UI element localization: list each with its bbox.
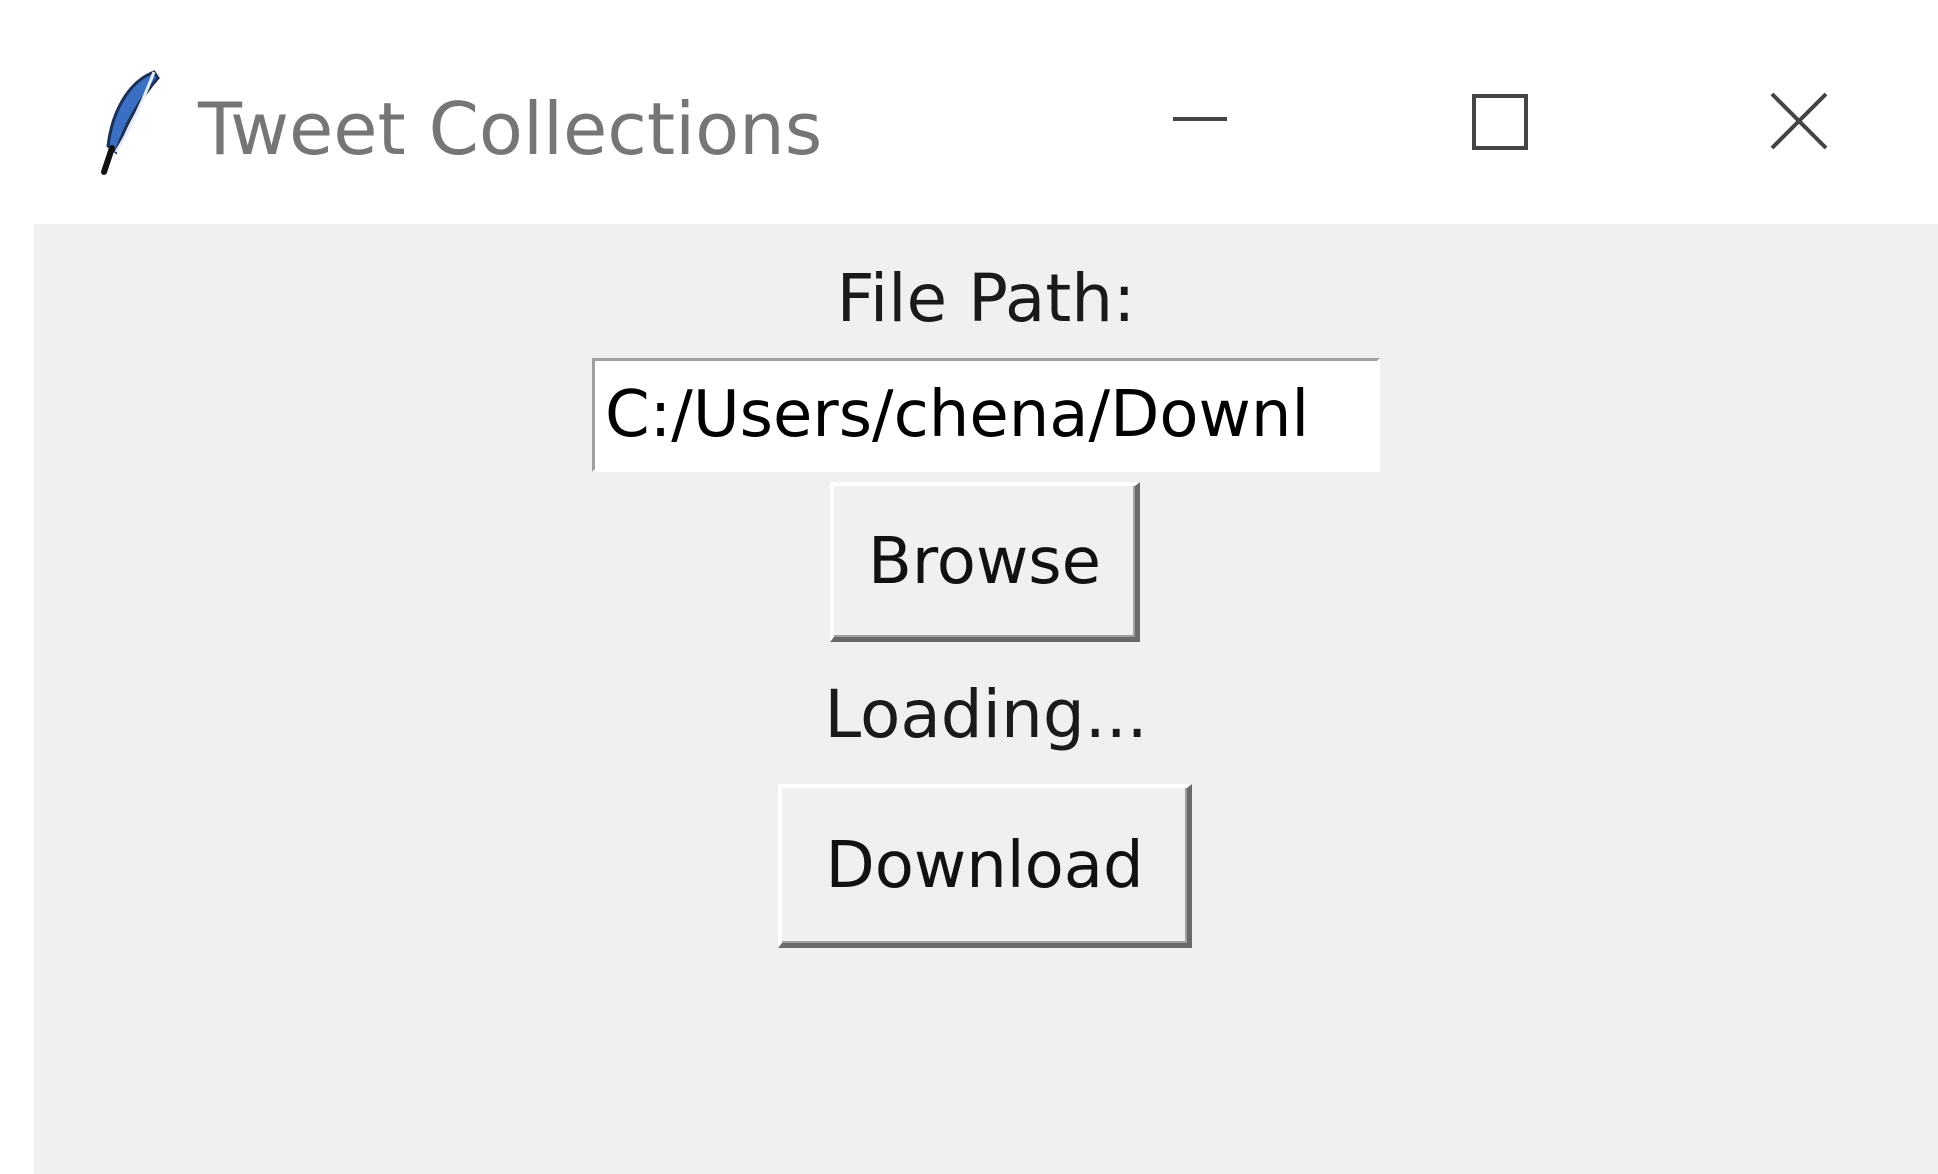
browse-button[interactable]: Browse (830, 482, 1140, 642)
status-label: Loading... (824, 676, 1148, 753)
feather-icon (98, 68, 168, 178)
file-path-label: File Path: (836, 260, 1136, 337)
window-title: Tweet Collections (198, 87, 823, 171)
title-bar: Tweet Collections (0, 0, 1938, 224)
maximize-icon[interactable] (1438, 60, 1558, 180)
file-path-entry[interactable] (592, 358, 1380, 472)
file-path-input[interactable] (595, 361, 1377, 469)
minimize-icon[interactable] (1140, 60, 1260, 180)
download-button[interactable]: Download (778, 784, 1192, 948)
close-icon[interactable] (1738, 60, 1858, 180)
window-client-area: File Path: Browse Loading... Download (34, 224, 1938, 1174)
